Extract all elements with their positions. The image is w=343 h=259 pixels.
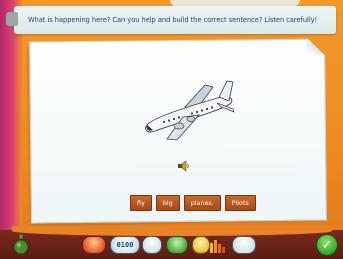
arrow-icon[interactable] — [82, 236, 106, 254]
check-icon: ✓ — [321, 237, 333, 253]
instruction-text: What is happening here? Can you help and… — [28, 16, 318, 24]
pin-icon — [6, 12, 18, 26]
word-bank: fly big planes. Pilots — [130, 195, 256, 211]
airplane-icon — [133, 79, 237, 141]
counter-display: 0100 — [110, 236, 140, 254]
home-icon[interactable] — [166, 236, 188, 254]
check-button[interactable]: ✓ — [316, 234, 338, 256]
word-tile[interactable]: big — [155, 195, 180, 211]
instruction-bar: What is happening here? Can you help and… — [6, 6, 336, 34]
page-curl — [307, 38, 326, 55]
speaker-icon[interactable] — [176, 157, 192, 172]
bars-icon[interactable] — [209, 237, 227, 253]
left-decoration — [0, 0, 22, 259]
potion-icon[interactable] — [12, 233, 30, 255]
book-icon[interactable] — [192, 236, 210, 254]
word-tile[interactable]: Pilots — [224, 195, 256, 211]
toolbar-edge — [12, 226, 332, 236]
clock-icon[interactable] — [142, 236, 162, 254]
word-tile[interactable]: planes. — [183, 195, 221, 211]
word-tile[interactable]: fly — [130, 195, 152, 211]
window-icon[interactable] — [232, 236, 256, 254]
counter-value: 0100 — [116, 241, 134, 249]
